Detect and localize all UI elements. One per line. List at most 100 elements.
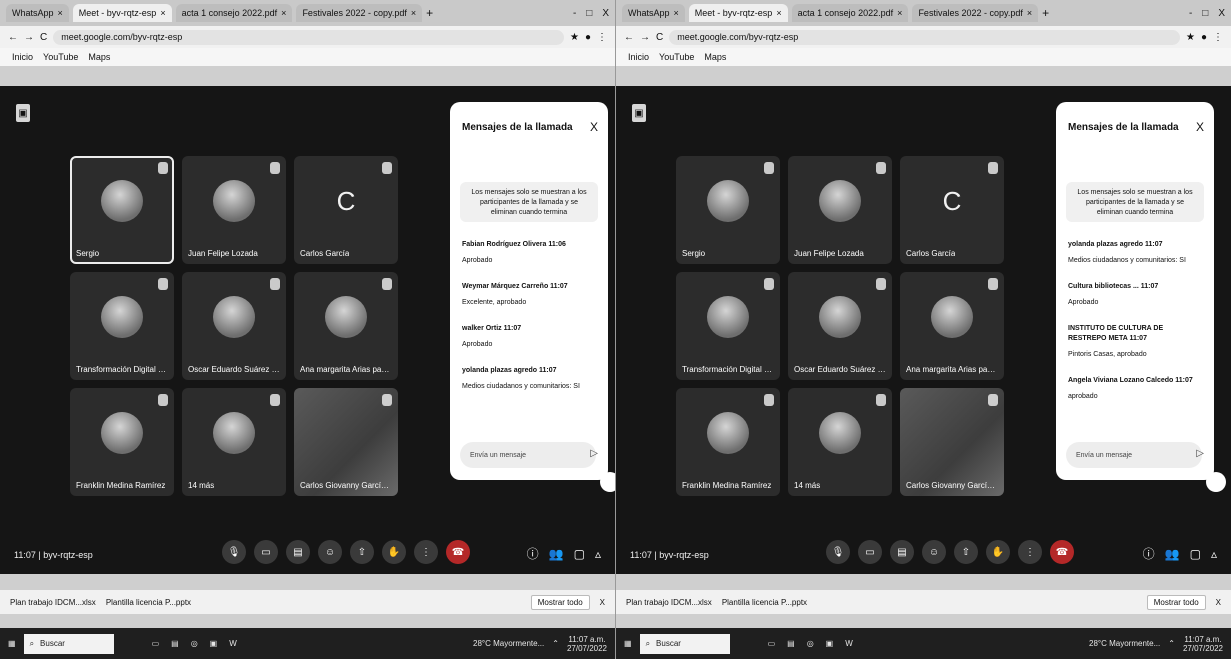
close-icon[interactable]: ×	[1027, 8, 1032, 18]
close-icon[interactable]: ×	[281, 8, 286, 18]
chat-input[interactable]: Envía un mensaje ▷	[460, 442, 598, 468]
reload-icon[interactable]: C	[40, 32, 47, 43]
more-options-button[interactable]: ⋮	[414, 540, 438, 564]
close-icon[interactable]: X	[590, 120, 598, 134]
close-icon[interactable]: ×	[58, 8, 63, 18]
close-button[interactable]: X	[602, 8, 609, 19]
raise-hand-button[interactable]: ✋	[382, 540, 406, 564]
close-icon[interactable]: ×	[776, 8, 781, 18]
forward-icon[interactable]: →	[24, 32, 34, 43]
windows-start-icon[interactable]: ▦	[624, 639, 632, 648]
word-icon[interactable]: W	[845, 639, 853, 648]
tab-meet[interactable]: Meet - byv-rqtz-esp ×	[72, 4, 172, 22]
tab-whatsapp[interactable]: WhatsApp ×	[6, 4, 69, 22]
captions-button[interactable]: ▤	[890, 540, 914, 564]
new-tab-icon[interactable]: +	[1042, 6, 1049, 20]
participant-tile[interactable]: Juan Felipe Lozada	[788, 156, 892, 264]
info-icon[interactable]: ⓘ	[1143, 545, 1155, 562]
close-icon[interactable]: ×	[674, 8, 679, 18]
camera-button[interactable]: ▭	[254, 540, 278, 564]
emoji-button[interactable]: ☺	[318, 540, 342, 564]
forward-icon[interactable]: →	[640, 32, 650, 43]
profile-icon[interactable]: ●	[1201, 32, 1207, 43]
participant-tile[interactable]: Carlos Giovanny García Marín...	[900, 388, 1004, 496]
taskbar-search[interactable]: ⌕ Buscar	[23, 633, 114, 654]
close-button[interactable]: X	[1218, 8, 1225, 19]
minimize-button[interactable]: -	[1189, 8, 1192, 19]
people-icon[interactable]: 👥	[549, 547, 564, 561]
close-icon[interactable]: X	[1216, 598, 1221, 607]
store-icon[interactable]: ▣	[826, 639, 834, 648]
profile-icon[interactable]: ●	[585, 32, 591, 43]
captions-button[interactable]: ▤	[286, 540, 310, 564]
show-all-button[interactable]: Mostrar todo	[1146, 594, 1206, 610]
camera-button[interactable]: ▭	[858, 540, 882, 564]
participant-tile[interactable]: Ana margarita Arias pardo	[294, 272, 398, 380]
participant-tile[interactable]: Oscar Eduardo Suárez Rodri...	[788, 272, 892, 380]
layout-icon[interactable]: ▣	[632, 104, 646, 122]
more-icon[interactable]: ⋮	[597, 32, 607, 43]
participant-tile[interactable]: Transformación Digital IDCM	[676, 272, 780, 380]
windows-start-icon[interactable]: ▦	[8, 639, 16, 648]
send-icon[interactable]: ▷	[590, 448, 598, 459]
close-icon[interactable]: ×	[897, 8, 902, 18]
extension-icon[interactable]: ★	[570, 32, 579, 43]
explorer-icon[interactable]: ▤	[787, 639, 795, 648]
chat-icon[interactable]: ▢	[1190, 547, 1201, 561]
participant-tile[interactable]: 14 más	[182, 388, 286, 496]
mic-button[interactable]: 🎙	[222, 540, 246, 564]
close-icon[interactable]: X	[1196, 120, 1204, 134]
present-button[interactable]: ⇧	[954, 540, 978, 564]
present-button[interactable]: ⇧	[350, 540, 374, 564]
close-icon[interactable]: ×	[411, 8, 416, 18]
info-icon[interactable]: ⓘ	[527, 545, 539, 562]
participant-tile[interactable]: Franklin Medina Ramírez	[676, 388, 780, 496]
minimize-button[interactable]: -	[573, 8, 576, 19]
url-field[interactable]: meet.google.com/byv-rqtz-esp	[669, 29, 1180, 45]
download-item[interactable]: Plantilla licencia P...pptx	[106, 598, 191, 607]
mic-button[interactable]: 🎙	[826, 540, 850, 564]
emoji-button[interactable]: ☺	[922, 540, 946, 564]
participant-tile[interactable]: Oscar Eduardo Suárez Rodri...	[182, 272, 286, 380]
participant-tile[interactable]: Sergio	[70, 156, 174, 264]
close-icon[interactable]: X	[600, 598, 605, 607]
download-item[interactable]: Plan trabajo IDCM...xlsx	[626, 598, 712, 607]
tab-pdf[interactable]: acta 1 consejo 2022.pdf ×	[175, 4, 293, 22]
task-view-icon[interactable]: ▭	[152, 639, 160, 648]
clock[interactable]: 11:07 a.m. 27/07/2022	[567, 635, 607, 653]
chat-input[interactable]: Envía un mensaje ▷	[1066, 442, 1204, 468]
new-tab-icon[interactable]: +	[426, 6, 433, 20]
bookmark-youtube[interactable]: YouTube	[43, 52, 78, 62]
activities-icon[interactable]: ▵	[1211, 547, 1217, 561]
bookmark-inicio[interactable]: Inicio	[12, 52, 33, 62]
participant-tile[interactable]: Ana margarita Arias pardo	[900, 272, 1004, 380]
taskbar-search[interactable]: ⌕ Buscar	[639, 633, 730, 654]
participant-tile[interactable]: Carlos Giovanny García Marín...	[294, 388, 398, 496]
task-view-icon[interactable]: ▭	[768, 639, 776, 648]
layout-icon[interactable]: ▣	[16, 104, 30, 122]
participant-tile[interactable]: Juan Felipe Lozada	[182, 156, 286, 264]
chrome-icon[interactable]: ◎	[191, 639, 198, 648]
end-call-button[interactable]: ☎	[1050, 540, 1074, 564]
back-icon[interactable]: ←	[624, 32, 634, 43]
bookmark-inicio[interactable]: Inicio	[628, 52, 649, 62]
word-icon[interactable]: W	[229, 639, 237, 648]
chat-icon[interactable]: ▢	[574, 547, 585, 561]
close-icon[interactable]: ×	[160, 8, 165, 18]
maximize-button[interactable]: □	[586, 8, 592, 19]
participant-tile[interactable]: C Carlos García	[900, 156, 1004, 264]
extension-icon[interactable]: ★	[1186, 32, 1195, 43]
send-icon[interactable]: ▷	[1196, 448, 1204, 459]
tab-whatsapp[interactable]: WhatsApp ×	[622, 4, 685, 22]
participant-tile[interactable]: Franklin Medina Ramírez	[70, 388, 174, 496]
show-all-button[interactable]: Mostrar todo	[530, 594, 590, 610]
bookmark-maps[interactable]: Maps	[88, 52, 110, 62]
activities-icon[interactable]: ▵	[595, 547, 601, 561]
reload-icon[interactable]: C	[656, 32, 663, 43]
tab-meet[interactable]: Meet - byv-rqtz-esp ×	[688, 4, 788, 22]
more-options-button[interactable]: ⋮	[1018, 540, 1042, 564]
maximize-button[interactable]: □	[1202, 8, 1208, 19]
people-icon[interactable]: 👥	[1165, 547, 1180, 561]
raise-hand-button[interactable]: ✋	[986, 540, 1010, 564]
store-icon[interactable]: ▣	[210, 639, 218, 648]
